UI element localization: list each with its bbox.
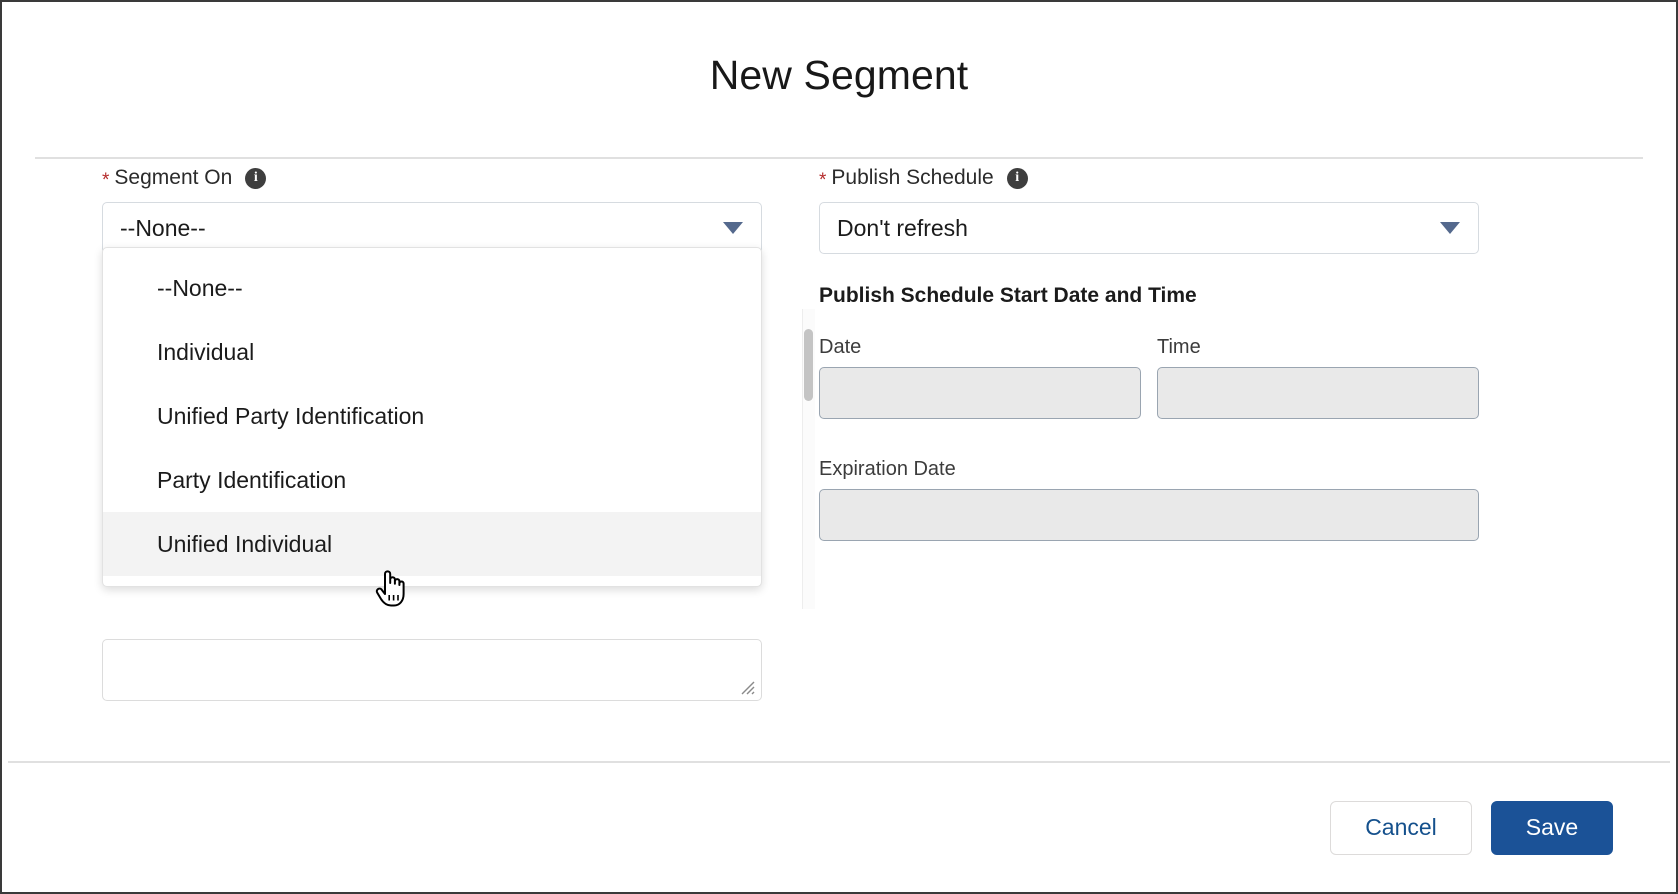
publish-schedule-label-row: * Publish Schedule i bbox=[819, 163, 1479, 193]
time-label: Time bbox=[1157, 336, 1201, 358]
save-button[interactable]: Save bbox=[1491, 800, 1613, 855]
segment-on-label-row: * Segment On i bbox=[102, 163, 762, 193]
option-label: Individual bbox=[157, 338, 255, 365]
new-segment-modal: New Segment * Segment On i --None-- --No… bbox=[0, 0, 1678, 894]
chevron-down-icon bbox=[723, 222, 743, 234]
publish-schedule-combobox[interactable]: Don't refresh bbox=[819, 202, 1479, 254]
option-label: Unified Party Identification bbox=[157, 402, 425, 429]
modal-body: * Segment On i --None-- --None-- Individ… bbox=[2, 159, 1676, 759]
segment-on-listbox: --None-- Individual Unified Party Identi… bbox=[102, 247, 762, 587]
background-scrollbar-thumb[interactable] bbox=[804, 329, 813, 401]
date-input[interactable] bbox=[819, 367, 1141, 419]
option-label: Party Identification bbox=[157, 466, 347, 493]
date-label: Date bbox=[819, 336, 862, 358]
list-item[interactable]: Party Identification bbox=[103, 448, 761, 512]
description-textarea[interactable] bbox=[102, 639, 762, 701]
expiration-date-input[interactable] bbox=[819, 489, 1479, 541]
expiration-date-label: Expiration Date bbox=[819, 458, 956, 480]
list-item[interactable]: Unified Party Identification bbox=[103, 384, 761, 448]
list-item[interactable]: Unified Individual bbox=[103, 512, 761, 576]
publish-schedule-column: * Publish Schedule i Don't refresh Publi… bbox=[819, 159, 1479, 541]
page-title: New Segment bbox=[709, 51, 969, 98]
chevron-down-icon bbox=[1440, 222, 1460, 234]
time-field-group: Time bbox=[1157, 336, 1479, 419]
publish-schedule-selected-value: Don't refresh bbox=[837, 214, 968, 241]
publish-schedule-start-heading: Publish Schedule Start Date and Time bbox=[819, 284, 1197, 307]
publish-schedule-label: Publish Schedule bbox=[831, 166, 994, 189]
info-icon[interactable]: i bbox=[1006, 167, 1028, 189]
list-item[interactable]: --None-- bbox=[103, 256, 761, 320]
list-item[interactable]: Individual bbox=[103, 320, 761, 384]
modal-footer: Cancel Save bbox=[2, 763, 1676, 892]
modal-header: New Segment bbox=[2, 2, 1676, 158]
cancel-button[interactable]: Cancel bbox=[1330, 800, 1472, 855]
required-marker: * bbox=[102, 169, 110, 191]
segment-on-label: Segment On bbox=[114, 166, 233, 189]
option-label: Unified Individual bbox=[157, 530, 333, 557]
date-field-group: Date bbox=[819, 336, 1141, 419]
segment-on-selected-value: --None-- bbox=[120, 214, 206, 241]
expiration-date-group: Expiration Date bbox=[819, 458, 1479, 541]
info-icon[interactable]: i bbox=[245, 167, 267, 189]
time-input[interactable] bbox=[1157, 367, 1479, 419]
required-marker: * bbox=[819, 169, 827, 191]
option-label: --None-- bbox=[157, 274, 243, 301]
date-time-row: Date Time bbox=[819, 336, 1479, 419]
segment-on-column: * Segment On i --None-- --None-- Individ… bbox=[102, 159, 815, 701]
resize-handle-icon[interactable] bbox=[738, 678, 756, 696]
